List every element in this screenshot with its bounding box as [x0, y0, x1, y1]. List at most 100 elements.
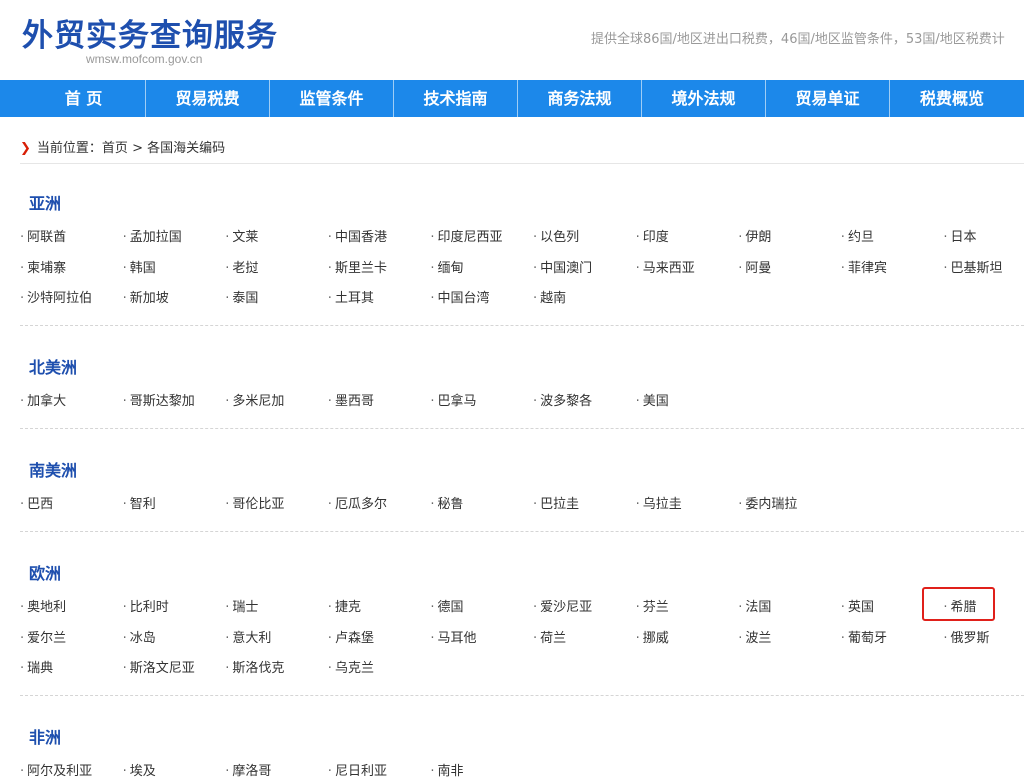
country-link[interactable]: · 斯洛文尼亚 [123, 657, 195, 676]
bullet-dot-icon: · [533, 497, 538, 512]
country-name: 沙特阿拉伯 [27, 291, 93, 306]
country-link[interactable]: · 哥斯达黎加 [123, 390, 195, 409]
country-link[interactable]: · 新加坡 [123, 287, 169, 306]
country-link[interactable]: · 伊朗 [738, 226, 771, 245]
nav-item-6[interactable]: 贸易单证 [766, 80, 890, 117]
country-link[interactable]: · 乌克兰 [328, 657, 374, 676]
country-link[interactable]: · 埃及 [123, 760, 156, 779]
country-link[interactable]: · 捷克 [328, 596, 361, 615]
country-link[interactable]: · 墨西哥 [328, 390, 374, 409]
bullet-dot-icon: · [635, 260, 640, 276]
country-name: 孟加拉国 [129, 230, 182, 245]
country-link[interactable]: · 巴西 [20, 493, 53, 512]
country-link[interactable]: · 葡萄牙 [841, 627, 887, 646]
country-link[interactable]: · 摩洛哥 [225, 760, 271, 779]
country-link[interactable]: · 阿联酋 [20, 226, 66, 245]
country-link[interactable]: · 老挝 [225, 257, 258, 276]
country-link[interactable]: · 乌拉圭 [636, 493, 682, 512]
country-name: 多米尼加 [232, 394, 285, 409]
country-link[interactable]: · 文莱 [225, 226, 258, 245]
country-link[interactable]: · 菲律宾 [841, 257, 887, 276]
country-link[interactable]: · 日本 [943, 226, 976, 245]
country-link[interactable]: · 中国香港 [328, 226, 387, 245]
country-link[interactable]: · 美国 [636, 390, 669, 409]
site-tagline: 提供全球86国/地区进出口税费，46国/地区监管条件，53国/地区税费计 [591, 32, 1005, 47]
country-link[interactable]: · 约旦 [841, 226, 874, 245]
nav-item-3[interactable]: 技术指南 [394, 80, 518, 117]
country-link[interactable]: · 希腊 [943, 596, 976, 615]
country-name: 土耳其 [334, 291, 374, 306]
country-link[interactable]: · 加拿大 [20, 390, 66, 409]
country-link[interactable]: · 瑞士 [225, 596, 258, 615]
country-link[interactable]: · 泰国 [225, 287, 258, 306]
country-link[interactable]: · 马来西亚 [636, 257, 695, 276]
nav-item-7[interactable]: 税费概览 [890, 80, 1014, 117]
country-link[interactable]: · 土耳其 [328, 287, 374, 306]
country-link[interactable]: · 芬兰 [636, 596, 669, 615]
nav-item-2[interactable]: 监管条件 [270, 80, 394, 117]
country-link[interactable]: · 以色列 [533, 226, 579, 245]
nav-item-0[interactable]: 首 页 [0, 80, 146, 117]
country-link[interactable]: · 巴基斯坦 [943, 257, 1002, 276]
country-name: 芬兰 [642, 600, 669, 615]
country-link[interactable]: · 阿曼 [738, 257, 771, 276]
country-link[interactable]: · 挪威 [636, 627, 669, 646]
country-link[interactable]: · 波多黎各 [533, 390, 592, 409]
country-link[interactable]: · 印度 [636, 226, 669, 245]
nav-item-1[interactable]: 贸易税费 [146, 80, 270, 117]
country-name: 墨西哥 [334, 394, 374, 409]
bullet-dot-icon: · [225, 291, 230, 306]
country-link[interactable]: · 奥地利 [20, 596, 66, 615]
country-link[interactable]: · 哥伦比亚 [225, 493, 284, 512]
country-link[interactable]: · 卢森堡 [328, 627, 374, 646]
bullet-dot-icon: · [225, 497, 230, 512]
country-link[interactable]: · 智利 [123, 493, 156, 512]
country-link[interactable]: · 巴拉圭 [533, 493, 579, 512]
country-link[interactable]: · 德国 [430, 596, 463, 615]
country-link[interactable]: · 厄瓜多尔 [328, 493, 387, 512]
country-name: 阿尔及利亚 [27, 764, 93, 779]
country-link[interactable]: · 波兰 [738, 627, 771, 646]
country-link[interactable]: · 韩国 [123, 257, 156, 276]
country-link[interactable]: · 尼日利亚 [328, 760, 387, 779]
country-link[interactable]: · 瑞典 [20, 657, 53, 676]
country-link[interactable]: · 阿尔及利亚 [20, 760, 92, 779]
country-link[interactable]: · 多米尼加 [225, 390, 284, 409]
bullet-dot-icon: · [327, 394, 332, 409]
country-link[interactable]: · 爱沙尼亚 [533, 596, 592, 615]
breadcrumb-home-link[interactable]: 首页 [102, 141, 128, 156]
country-link[interactable]: · 冰岛 [123, 627, 156, 646]
country-link[interactable]: · 英国 [841, 596, 874, 615]
country-link[interactable]: · 马耳他 [430, 627, 476, 646]
country-link[interactable]: · 中国台湾 [430, 287, 489, 306]
country-link[interactable]: · 缅甸 [430, 257, 463, 276]
country-link[interactable]: · 斯里兰卡 [328, 257, 387, 276]
country-name: 印度 [642, 230, 669, 245]
site-title[interactable]: 外贸实务查询服务 [22, 10, 278, 55]
bullet-dot-icon: · [738, 497, 743, 512]
country-link[interactable]: · 委内瑞拉 [738, 493, 797, 512]
country-name: 波多黎各 [540, 394, 593, 409]
country-name: 斯里兰卡 [334, 260, 387, 276]
country-link[interactable]: · 巴拿马 [430, 390, 476, 409]
country-link[interactable]: · 秘鲁 [430, 493, 463, 512]
bullet-dot-icon: · [20, 497, 25, 512]
country-link[interactable]: · 意大利 [225, 627, 271, 646]
country-link[interactable]: · 孟加拉国 [123, 226, 182, 245]
country-link[interactable]: · 斯洛伐克 [225, 657, 284, 676]
country-link[interactable]: · 柬埔寨 [20, 257, 66, 276]
country-link[interactable]: · 爱尔兰 [20, 627, 66, 646]
country-link[interactable]: · 比利时 [123, 596, 169, 615]
country-name: 中国香港 [334, 230, 387, 245]
country-link[interactable]: · 中国澳门 [533, 257, 592, 276]
nav-item-5[interactable]: 境外法规 [642, 80, 766, 117]
bullet-dot-icon: · [840, 630, 845, 646]
country-link[interactable]: · 南非 [430, 760, 463, 779]
nav-item-4[interactable]: 商务法规 [518, 80, 642, 117]
country-link[interactable]: · 越南 [533, 287, 566, 306]
country-link[interactable]: · 印度尼西亚 [430, 226, 502, 245]
country-link[interactable]: · 沙特阿拉伯 [20, 287, 92, 306]
country-link[interactable]: · 俄罗斯 [943, 627, 989, 646]
country-link[interactable]: · 法国 [738, 596, 771, 615]
country-link[interactable]: · 荷兰 [533, 627, 566, 646]
